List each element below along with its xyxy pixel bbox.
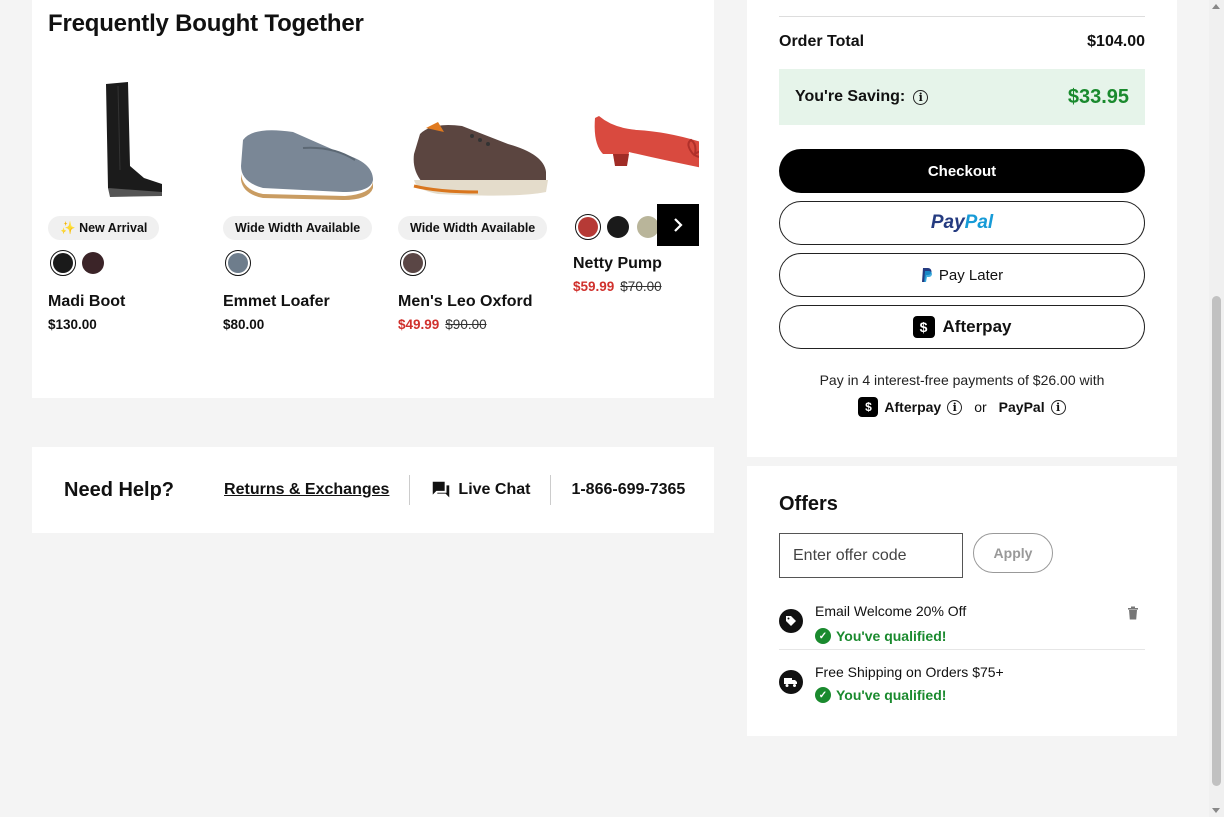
product-card-emmet-loafer[interactable]: Wide Width Available Emmet Loafer $80.00 — [223, 70, 383, 332]
check-icon: ✓ — [815, 687, 831, 703]
check-icon: ✓ — [815, 628, 831, 644]
need-help-panel: Need Help? Returns & Exchanges Live Chat… — [32, 447, 714, 533]
scrollbar-thumb[interactable] — [1212, 296, 1221, 786]
carousel-next-button[interactable] — [657, 204, 699, 246]
order-total-label: Order Total — [779, 33, 865, 50]
order-summary-panel: Order Total $104.00 You're Saving: i $33.… — [747, 0, 1177, 457]
product-name[interactable]: Men's Leo Oxford — [398, 293, 532, 311]
offers-title: Offers — [779, 493, 838, 515]
page-scrollbar[interactable] — [1209, 0, 1224, 817]
phone-number[interactable]: 1-866-699-7365 — [571, 481, 685, 499]
product-image[interactable] — [398, 70, 558, 210]
product-image[interactable] — [573, 34, 699, 184]
new-arrival-badge: ✨ New Arrival — [48, 216, 160, 240]
sale-price: $59.99 — [573, 279, 615, 294]
swatch-tan[interactable] — [637, 216, 659, 238]
checkout-button[interactable]: Checkout — [779, 149, 1145, 193]
afterpay-button[interactable]: $ Afterpay — [779, 305, 1145, 349]
returns-exchanges-link[interactable]: Returns & Exchanges — [224, 481, 389, 499]
paypal-logo-pal: Pal — [964, 212, 994, 233]
afterpay-icon: $ — [912, 316, 935, 338]
paypal-info-icon[interactable]: i — [1050, 399, 1066, 415]
divider — [409, 475, 411, 505]
sparkle-icon: ✨ — [60, 221, 76, 235]
paypal-button[interactable]: Pay Pal — [779, 201, 1145, 245]
offer-code-input[interactable] — [779, 533, 963, 578]
product-price: $80.00 — [223, 317, 265, 332]
info-icon[interactable]: i — [913, 89, 929, 105]
chevron-right-icon — [674, 218, 683, 232]
apply-button[interactable]: Apply — [973, 533, 1053, 573]
afterpay-info-icon[interactable]: i — [947, 399, 963, 415]
savings-banner: You're Saving: i $33.95 — [779, 69, 1145, 125]
offer-name: Email Welcome 20% Off — [815, 603, 967, 619]
trash-icon[interactable] — [1127, 606, 1139, 625]
product-image[interactable] — [223, 70, 383, 210]
order-total-row: Order Total $104.00 — [779, 33, 1145, 51]
original-price: $90.00 — [445, 317, 487, 332]
swatch-blue-grey[interactable] — [225, 250, 251, 276]
fbt-panel: Frequently Bought Together ✨ New Arrival… — [32, 0, 714, 398]
paypal-logo-pay: Pay — [930, 212, 965, 233]
scroll-down-arrow[interactable] — [1212, 808, 1220, 813]
need-help-title: Need Help? — [64, 478, 175, 501]
scroll-up-arrow[interactable] — [1212, 4, 1220, 9]
wide-width-badge: Wide Width Available — [398, 216, 548, 240]
offer-name: Free Shipping on Orders $75+ — [815, 664, 1004, 680]
wide-width-badge: Wide Width Available — [223, 216, 373, 240]
offer-status: ✓ You've qualified! — [815, 628, 946, 644]
live-chat-link[interactable]: Live Chat — [430, 479, 530, 501]
saving-amount: $33.95 — [1067, 85, 1129, 108]
product-name[interactable]: Madi Boot — [48, 293, 125, 311]
original-price: $70.00 — [620, 279, 662, 294]
offers-panel: Offers Apply Email Welcome 20% Off ✓You'… — [747, 466, 1177, 736]
offer-status: ✓ You've qualified! — [815, 687, 946, 703]
afterpay-label: Afterpay — [884, 399, 942, 415]
tag-icon — [779, 609, 803, 633]
product-card-madi-boot[interactable]: ✨ New Arrival Madi Boot $130.00 — [48, 70, 208, 332]
order-total-value: $104.00 — [1087, 33, 1145, 50]
saving-label: You're Saving: — [795, 88, 906, 105]
paypal-pay-later-button[interactable]: Pay Later — [779, 253, 1145, 297]
product-price: $59.99 $70.00 — [573, 279, 662, 294]
product-image[interactable] — [48, 70, 208, 210]
sale-price: $49.99 — [398, 317, 440, 332]
swatch-brown[interactable] — [400, 250, 426, 276]
product-card-netty-pump[interactable]: Netty Pump $59.99 $70.00 — [573, 34, 701, 294]
product-name[interactable]: Netty Pump — [573, 255, 662, 273]
swatch-black[interactable] — [607, 216, 629, 238]
truck-icon — [779, 670, 803, 694]
afterpay-icon: $ — [858, 397, 879, 417]
fbt-title: Frequently Bought Together — [48, 10, 364, 37]
paypal-icon — [921, 268, 932, 282]
paypal-label: PayPal — [998, 399, 1045, 415]
installment-providers: $ Afterpay i or PayPal i — [747, 397, 1177, 417]
product-price: $130.00 — [48, 317, 97, 332]
swatch-brown[interactable] — [82, 252, 104, 274]
product-card-leo-oxford[interactable]: Wide Width Available Men's Leo Oxford $4… — [398, 70, 558, 332]
swatch-red[interactable] — [575, 214, 601, 240]
divider — [550, 475, 552, 505]
product-price: $49.99 $90.00 — [398, 317, 487, 332]
swatch-black[interactable] — [50, 250, 76, 276]
product-name[interactable]: Emmet Loafer — [223, 293, 330, 311]
divider — [779, 649, 1145, 650]
divider — [779, 16, 1145, 17]
or-text: or — [974, 399, 987, 415]
installments-text: Pay in 4 interest-free payments of $26.0… — [819, 372, 1105, 388]
chat-icon — [433, 481, 450, 498]
